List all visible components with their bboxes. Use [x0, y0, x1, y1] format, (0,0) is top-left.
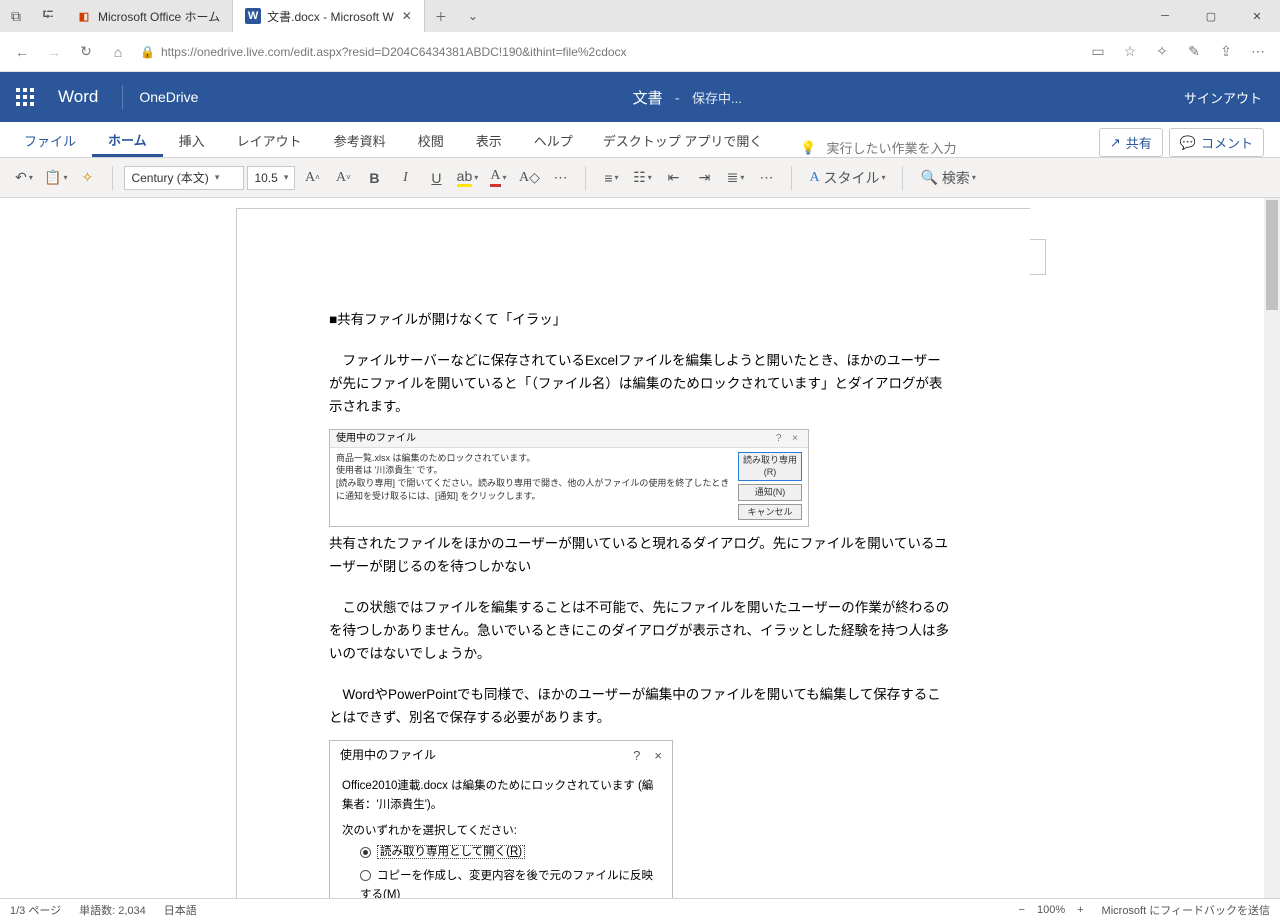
tab-aside-icon[interactable]: ⧉ — [0, 0, 32, 32]
browser-tab-1[interactable]: W 文書.docx - Microsoft W ✕ — [233, 0, 425, 32]
document-name[interactable]: 文書 — [633, 90, 663, 107]
tab-layout[interactable]: レイアウト — [221, 123, 318, 157]
url-field[interactable]: 🔒 https://onedrive.live.com/edit.aspx?re… — [134, 38, 1082, 66]
scroll-thumb[interactable] — [1266, 200, 1278, 310]
home-button[interactable]: ⌂ — [102, 36, 134, 68]
share-button[interactable]: ↗共有 — [1099, 128, 1163, 157]
page[interactable]: ■共有ファイルが開けなくて「イラッ」 ファイルサーバーなどに保存されているExc… — [236, 208, 1030, 898]
tab-title: 文書.docx - Microsoft W — [267, 8, 394, 25]
tab-title: Microsoft Office ホーム — [98, 8, 220, 25]
doc-paragraph[interactable]: この状態ではファイルを編集することは不可能で、先にファイルを開いたユーザーの作業… — [329, 597, 950, 666]
page-tab-marker — [1030, 239, 1046, 275]
font-family-select[interactable]: Century (本文)▾ — [124, 166, 244, 190]
office-icon: ◧ — [76, 8, 92, 24]
lock-icon: 🔒 — [140, 45, 155, 59]
zoom-out-button[interactable]: − — [1013, 904, 1031, 916]
undo-button[interactable]: ↶▾ — [10, 164, 38, 192]
comment-icon: 💬 — [1180, 135, 1196, 151]
vertical-scrollbar[interactable] — [1264, 198, 1280, 898]
highlight-button[interactable]: ab▾ — [453, 164, 481, 192]
increase-indent-button[interactable]: ⇥ — [690, 164, 718, 192]
close-tab-icon[interactable]: ✕ — [402, 9, 412, 23]
word-appbar: Word OneDrive 文書 - 保存中... サインアウト — [0, 72, 1280, 122]
url-text: https://onedrive.live.com/edit.aspx?resi… — [161, 45, 627, 59]
document-title-area: 文書 - 保存中... — [208, 87, 1166, 108]
tab-help[interactable]: ヘルプ — [518, 123, 589, 157]
notes-icon[interactable]: ✎ — [1178, 36, 1210, 68]
save-status: 保存中... — [692, 91, 742, 106]
word-icon: W — [245, 8, 261, 24]
styles-button[interactable]: A スタイル▾ — [803, 164, 891, 192]
more-icon[interactable]: ⋯ — [1242, 36, 1274, 68]
bold-button[interactable]: B — [360, 164, 388, 192]
tab-insert[interactable]: 挿入 — [163, 123, 221, 157]
format-painter-button[interactable]: ✧ — [73, 164, 101, 192]
paste-button[interactable]: 📋▾ — [41, 164, 70, 192]
doc-paragraph[interactable]: WordやPowerPointでも同様で、ほかのユーザーが編集中のファイルを開い… — [329, 684, 950, 730]
italic-button[interactable]: I — [391, 164, 419, 192]
comments-button[interactable]: 💬コメント — [1169, 128, 1264, 157]
numbering-button[interactable]: ☷▾ — [628, 164, 656, 192]
refresh-button[interactable]: ↻ — [70, 36, 102, 68]
font-size-select[interactable]: 10.5▾ — [247, 166, 295, 190]
embedded-dialog-2: 使用中のファイル?× Office2010連載.docx は編集のためにロックさ… — [329, 740, 673, 898]
minimize-button[interactable]: ─ — [1142, 0, 1188, 32]
language[interactable]: 日本語 — [164, 902, 197, 918]
doc-paragraph[interactable]: ファイルサーバーなどに保存されているExcelファイルを編集しようと開いたとき、… — [329, 350, 950, 419]
app-launcher-button[interactable] — [0, 72, 50, 122]
ribbon-tabs: ファイル ホーム 挿入 レイアウト 参考資料 校閲 表示 ヘルプ デスクトップ … — [0, 122, 1280, 158]
favorite-icon[interactable]: ☆ — [1114, 36, 1146, 68]
signout-link[interactable]: サインアウト — [1166, 88, 1280, 107]
back-button[interactable]: ← — [6, 36, 38, 68]
onedrive-link[interactable]: OneDrive — [129, 89, 208, 105]
close-window-button[interactable]: ✕ — [1234, 0, 1280, 32]
share-browser-icon[interactable]: ⇪ — [1210, 36, 1242, 68]
zoom-level[interactable]: 100% — [1031, 904, 1071, 916]
tab-references[interactable]: 参考資料 — [318, 123, 402, 157]
doc-heading[interactable]: ■共有ファイルが開けなくて「イラッ」 — [329, 309, 950, 332]
doc-caption[interactable]: 共有されたファイルをほかのユーザーが開いていると現れるダイアログ。先にファイルを… — [329, 533, 950, 579]
align-button[interactable]: ≣▾ — [721, 164, 749, 192]
new-tab-button[interactable]: ＋ — [425, 8, 457, 25]
zoom-in-button[interactable]: + — [1071, 904, 1089, 916]
grow-font-button[interactable]: A˄ — [298, 164, 326, 192]
open-in-desktop[interactable]: デスクトップ アプリで開く — [589, 123, 777, 157]
app-name[interactable]: Word — [50, 87, 116, 107]
font-color-button[interactable]: A▾ — [484, 164, 512, 192]
more-font-button[interactable]: ⋯ — [546, 164, 574, 192]
tab-home[interactable]: ホーム — [92, 122, 163, 157]
tab-file[interactable]: ファイル — [8, 123, 92, 157]
underline-button[interactable]: U — [422, 164, 450, 192]
clear-format-button[interactable]: A◇ — [515, 164, 543, 192]
find-button[interactable]: 🔍 検索▾ — [914, 164, 981, 192]
status-bar: 1/3 ページ 単語数: 2,034 日本語 − 100% + Microsof… — [0, 898, 1280, 920]
browser-titlebar: ⧉ ⮓ ◧ Microsoft Office ホーム W 文書.docx - M… — [0, 0, 1280, 32]
shrink-font-button[interactable]: A˅ — [329, 164, 357, 192]
embedded-dialog-1: 使用中のファイル? × 商品一覧.xlsx は編集のためロックされています。 使… — [329, 429, 809, 527]
forward-button[interactable]: → — [38, 36, 70, 68]
tab-view[interactable]: 表示 — [460, 123, 518, 157]
tab-review[interactable]: 校閲 — [402, 123, 460, 157]
decrease-indent-button[interactable]: ⇤ — [659, 164, 687, 192]
bullets-button[interactable]: ≡▾ — [597, 164, 625, 192]
word-count[interactable]: 単語数: 2,034 — [79, 902, 146, 918]
reading-view-icon[interactable]: ▭ — [1082, 36, 1114, 68]
divider — [122, 85, 123, 109]
browser-tab-0[interactable]: ◧ Microsoft Office ホーム — [64, 0, 233, 32]
maximize-button[interactable]: ▢ — [1188, 0, 1234, 32]
share-icon: ↗ — [1110, 135, 1121, 151]
more-para-button[interactable]: ⋯ — [752, 164, 780, 192]
favorites-hub-icon[interactable]: ✧ — [1146, 36, 1178, 68]
feedback-link[interactable]: Microsoft にフィードバックを送信 — [1102, 902, 1270, 918]
tab-actions-icon[interactable]: ⮓ — [32, 0, 64, 32]
tab-overflow-icon[interactable]: ⌄ — [457, 9, 489, 23]
document-canvas[interactable]: ■共有ファイルが開けなくて「イラッ」 ファイルサーバーなどに保存されているExc… — [0, 198, 1280, 898]
page-count[interactable]: 1/3 ページ — [10, 902, 61, 918]
ribbon-toolbar: ↶▾ 📋▾ ✧ Century (本文)▾ 10.5▾ A˄ A˅ B I U … — [0, 158, 1280, 198]
tell-me-search[interactable]: 💡 実行したい作業を入力 — [776, 138, 970, 157]
bulb-icon: 💡 — [800, 140, 816, 156]
browser-addressbar: ← → ↻ ⌂ 🔒 https://onedrive.live.com/edit… — [0, 32, 1280, 72]
